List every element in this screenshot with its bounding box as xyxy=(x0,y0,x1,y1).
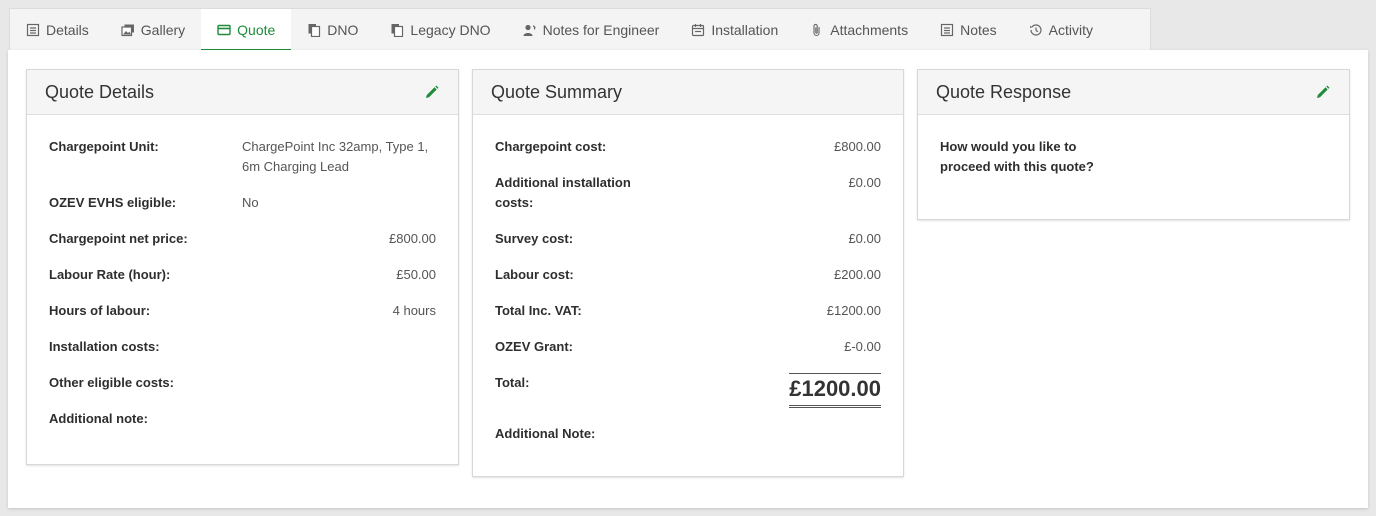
tab-label: Activity xyxy=(1048,22,1093,38)
summary-row: OZEV Grant: £-0.00 xyxy=(495,337,881,357)
tab-details[interactable]: Details xyxy=(10,9,105,51)
row-label: Additional note: xyxy=(49,411,148,426)
row-label: OZEV EVHS eligible: xyxy=(49,195,177,210)
row-label: Chargepoint cost: xyxy=(495,139,607,154)
quote-detail-row: Chargepoint net price: £800.00 xyxy=(49,229,436,249)
quote-detail-row: Other eligible costs: xyxy=(49,373,436,393)
gallery-icon xyxy=(121,23,135,37)
row-value: £0.00 xyxy=(848,175,881,190)
row-value: ChargePoint Inc 32amp, Type 1, 6m Chargi… xyxy=(242,139,429,174)
row-label: Chargepoint Unit: xyxy=(49,139,159,154)
row-label: Labour cost: xyxy=(495,267,574,282)
row-label: Hours of labour: xyxy=(49,303,151,318)
row-label: Labour Rate (hour): xyxy=(49,267,171,282)
engineer-icon xyxy=(523,23,537,37)
pencil-icon[interactable] xyxy=(1315,84,1331,100)
tab-label: Notes for Engineer xyxy=(542,22,660,38)
pencil-icon[interactable] xyxy=(424,84,440,100)
quote-response-panel: Quote Response How would you like to pro… xyxy=(917,69,1350,220)
tab-label: DNO xyxy=(327,22,359,38)
tab-label: Quote xyxy=(237,22,276,38)
tab-dno[interactable]: DNO xyxy=(291,9,374,51)
tab-attachments[interactable]: Attachments xyxy=(794,9,924,51)
row-value xyxy=(242,409,436,429)
history-icon xyxy=(1029,23,1043,37)
summary-row: Chargepoint cost: £800.00 xyxy=(495,137,881,157)
row-value: No xyxy=(242,195,259,210)
row-label: OZEV Grant: xyxy=(495,339,574,354)
tab-quote[interactable]: Quote xyxy=(201,9,292,52)
row-value: £1200.00 xyxy=(826,303,881,318)
row-value: £0.00 xyxy=(848,231,881,246)
quote-detail-row: Labour Rate (hour): £50.00 xyxy=(49,265,436,285)
total-amount: £1200.00 xyxy=(789,373,881,408)
quote-detail-row: Installation costs: xyxy=(49,337,436,357)
tab-bar: Details Gallery Quote DNO Legacy DNO Not… xyxy=(9,8,1151,52)
paperclip-icon xyxy=(810,23,824,37)
tab-label: Legacy DNO xyxy=(410,22,491,38)
row-label: Survey cost: xyxy=(495,231,574,246)
summary-row: Labour cost: £200.00 xyxy=(495,265,881,285)
panel-title: Quote Details xyxy=(45,81,155,102)
quote-detail-row: Hours of labour: 4 hours xyxy=(49,301,436,321)
tab-gallery[interactable]: Gallery xyxy=(105,9,201,51)
quote-detail-row: Additional note: xyxy=(49,409,436,429)
summary-row: Additional Note: xyxy=(495,424,881,444)
tab-label: Details xyxy=(46,22,89,38)
summary-row: Additional installation costs: £0.00 xyxy=(495,173,881,213)
row-value: £-0.00 xyxy=(844,339,881,354)
total-row: Total: £1200.00 xyxy=(495,373,881,408)
row-value: 4 hours xyxy=(392,303,436,318)
summary-row: Survey cost: £0.00 xyxy=(495,229,881,249)
row-value: £200.00 xyxy=(834,267,881,282)
row-value xyxy=(242,373,436,393)
row-label: Installation costs: xyxy=(49,339,160,354)
row-label: Total Inc. VAT: xyxy=(495,303,582,318)
row-value: £800.00 xyxy=(834,139,881,154)
row-value: £800.00 xyxy=(389,231,436,246)
panel-header: Quote Details xyxy=(27,70,458,115)
list-icon xyxy=(940,23,954,37)
panel-title: Quote Response xyxy=(936,81,1072,102)
row-label: Chargepoint net price: xyxy=(49,231,188,246)
row-value xyxy=(242,337,436,357)
tab-label: Attachments xyxy=(830,22,909,38)
tab-activity[interactable]: Activity xyxy=(1013,9,1109,51)
tab-label: Notes xyxy=(960,22,997,38)
copy-icon xyxy=(390,23,404,37)
row-label: Additional installation costs: xyxy=(495,175,631,210)
total-label: Total: xyxy=(495,375,530,390)
row-label: Other eligible costs: xyxy=(49,375,174,390)
list-icon xyxy=(26,23,40,37)
tab-label: Gallery xyxy=(140,22,186,38)
tab-label: Installation xyxy=(711,22,779,38)
additional-note-label: Additional Note: xyxy=(495,426,596,441)
quote-detail-row: OZEV EVHS eligible: No xyxy=(49,193,436,213)
panel-header: Quote Response xyxy=(918,70,1349,115)
quote-details-panel: Quote Details Chargepoint Unit: ChargePoi… xyxy=(26,69,459,465)
card-icon xyxy=(217,23,231,37)
panel-header: Quote Summary xyxy=(473,70,903,115)
tab-installation[interactable]: Installation xyxy=(675,9,794,51)
summary-row: Total Inc. VAT: £1200.00 xyxy=(495,301,881,321)
panel-title: Quote Summary xyxy=(491,81,623,102)
response-question: How would you like to proceed with this … xyxy=(940,139,1094,174)
tab-notes[interactable]: Notes xyxy=(924,9,1013,51)
tab-legacy-dno[interactable]: Legacy DNO xyxy=(374,9,506,51)
calendar-icon xyxy=(691,23,705,37)
copy-icon xyxy=(307,23,321,37)
quote-summary-panel: Quote Summary Chargepoint cost: £800.00 A… xyxy=(472,69,904,477)
row-value: £50.00 xyxy=(396,267,436,282)
tab-notes-for-engineer[interactable]: Notes for Engineer xyxy=(507,9,676,51)
quote-detail-row: Chargepoint Unit: ChargePoint Inc 32amp, … xyxy=(49,137,436,177)
